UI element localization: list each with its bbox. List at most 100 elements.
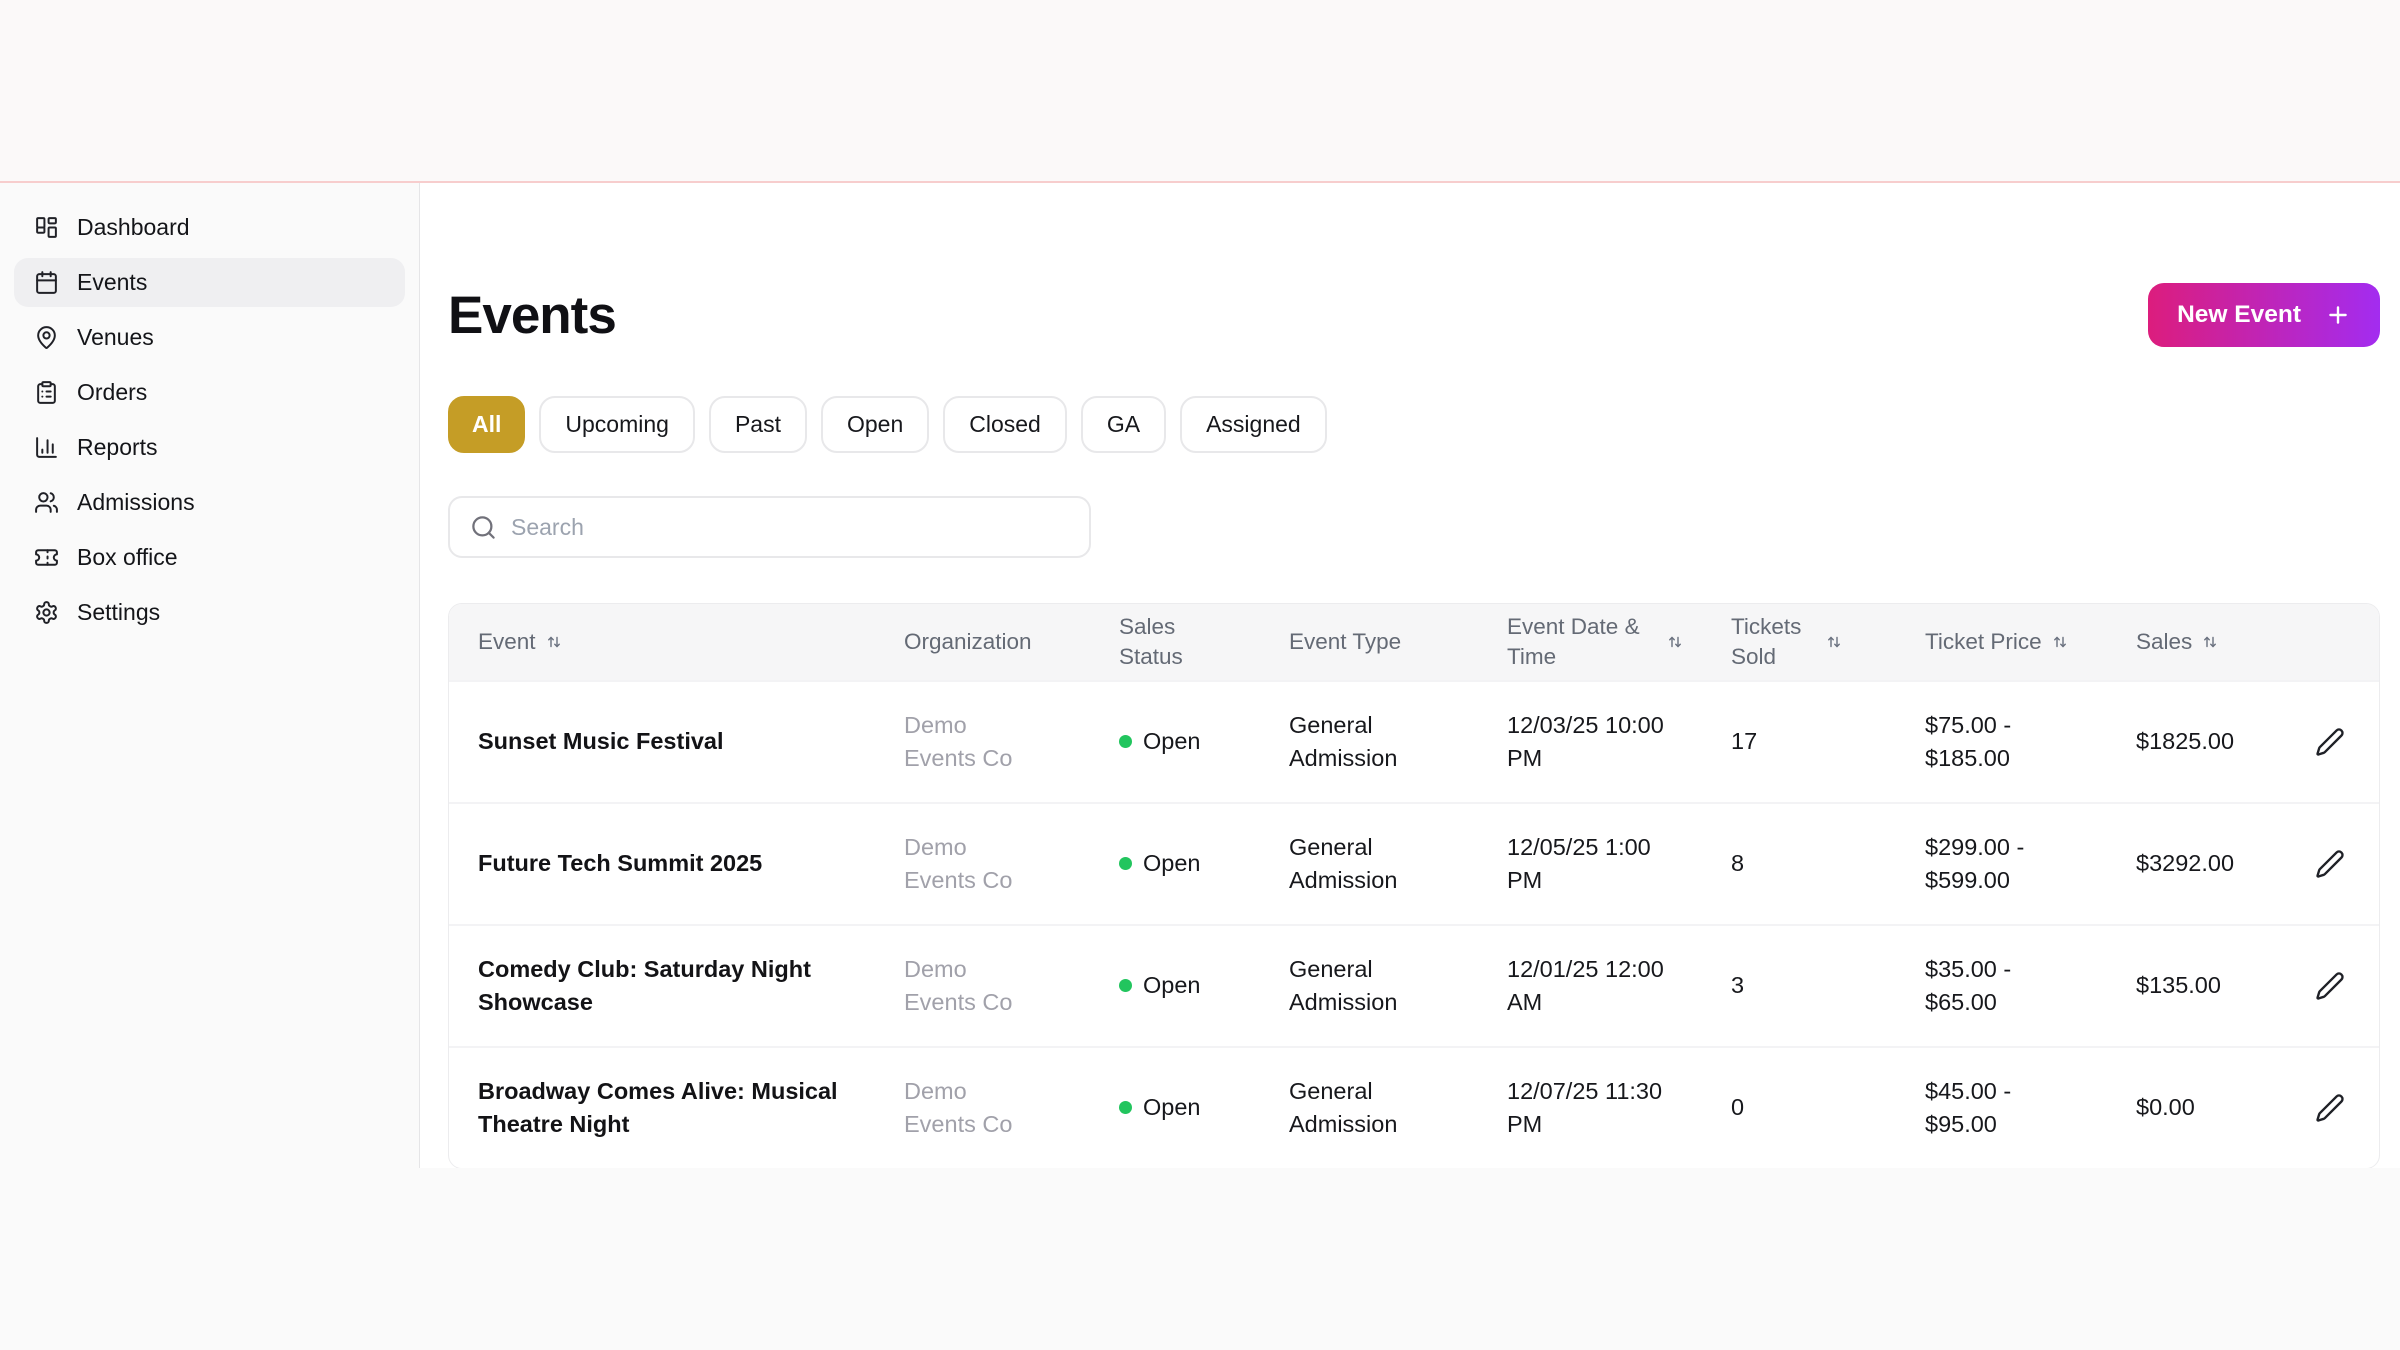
search-box[interactable] bbox=[448, 496, 1091, 558]
edit-event-button[interactable] bbox=[2302, 1080, 2358, 1136]
sidebar: Dashboard Events Venues Orders Reports A… bbox=[0, 183, 420, 1168]
status-label: Open bbox=[1143, 728, 1201, 755]
table-row[interactable]: Broadway Comes Alive: Musical Theatre Ni… bbox=[449, 1046, 2379, 1168]
clipboard-list-icon bbox=[37, 381, 56, 404]
ticket-price: $35.00 - $65.00 bbox=[1915, 924, 2126, 1046]
table-row[interactable]: Comedy Club: Saturday Night Showcase Dem… bbox=[449, 924, 2379, 1046]
tickets-sold: 17 bbox=[1721, 680, 1915, 802]
sidebar-item-venues[interactable]: Venues bbox=[14, 313, 405, 362]
sidebar-item-orders[interactable]: Orders bbox=[14, 368, 405, 417]
edit-event-button[interactable] bbox=[2302, 714, 2358, 770]
event-datetime: 12/05/25 1:00 PM bbox=[1497, 802, 1721, 924]
column-header-event-date[interactable]: Event Date & Time bbox=[1497, 604, 1721, 680]
column-header-tickets-sold[interactable]: Tickets Sold bbox=[1721, 604, 1915, 680]
filter-pill-all[interactable]: All bbox=[448, 396, 526, 453]
sidebar-item-admissions[interactable]: Admissions bbox=[14, 478, 405, 527]
sidebar-item-box-office[interactable]: Box office bbox=[14, 533, 405, 582]
event-type: General Admission bbox=[1279, 1046, 1497, 1168]
sort-icon bbox=[2053, 636, 2066, 648]
organization: Demo Events Co bbox=[894, 680, 1109, 802]
sidebar-item-label: Orders bbox=[77, 379, 148, 405]
filter-bar: All Upcoming Past Open Closed GA Assigne… bbox=[448, 396, 2380, 453]
sales-status: Open bbox=[1109, 802, 1279, 924]
new-event-button[interactable]: New Event bbox=[2148, 283, 2380, 347]
filter-pill-upcoming[interactable]: Upcoming bbox=[539, 396, 695, 453]
edit-event-button[interactable] bbox=[2302, 836, 2358, 892]
column-header-event[interactable]: Event bbox=[449, 604, 894, 680]
users-icon bbox=[35, 492, 58, 513]
pencil-icon bbox=[2316, 850, 2344, 878]
app-frame: Dashboard Events Venues Orders Reports A… bbox=[0, 183, 2400, 1168]
sort-icon bbox=[2204, 636, 2217, 648]
actions-cell bbox=[2280, 1046, 2379, 1168]
search-input[interactable] bbox=[511, 513, 1069, 541]
actions-cell bbox=[2280, 924, 2379, 1046]
top-band bbox=[0, 0, 2400, 183]
organization: Demo Events Co bbox=[894, 1046, 1109, 1168]
event-type: General Admission bbox=[1279, 680, 1497, 802]
sales-status: Open bbox=[1109, 680, 1279, 802]
filter-pill-assigned[interactable]: Assigned bbox=[1180, 396, 1327, 453]
event-type: General Admission bbox=[1279, 802, 1497, 924]
organization: Demo Events Co bbox=[894, 802, 1109, 924]
status-dot-icon bbox=[1119, 857, 1132, 871]
sidebar-item-dashboard[interactable]: Dashboard bbox=[14, 203, 405, 252]
event-datetime: 12/01/25 12:00 AM bbox=[1497, 924, 1721, 1046]
event-datetime: 12/07/25 11:30 PM bbox=[1497, 1046, 1721, 1168]
plus-icon bbox=[2329, 306, 2347, 324]
table-row[interactable]: Sunset Music Festival Demo Events Co Ope… bbox=[449, 680, 2379, 802]
ticket-price: $75.00 - $185.00 bbox=[1915, 680, 2126, 802]
ticket-price: $45.00 - $95.00 bbox=[1915, 1046, 2126, 1168]
filter-pill-closed[interactable]: Closed bbox=[943, 396, 1067, 453]
bar-chart-icon bbox=[36, 437, 57, 458]
calendar-icon bbox=[36, 271, 57, 294]
sidebar-item-events[interactable]: Events bbox=[14, 258, 405, 307]
sidebar-item-label: Venues bbox=[77, 324, 154, 350]
sidebar-item-label: Reports bbox=[77, 434, 158, 460]
status-dot-icon bbox=[1119, 979, 1132, 993]
status-dot-icon bbox=[1119, 735, 1132, 749]
column-header-actions bbox=[2280, 604, 2379, 680]
table-row[interactable]: Future Tech Summit 2025 Demo Events Co O… bbox=[449, 802, 2379, 924]
status-label: Open bbox=[1143, 972, 1201, 999]
column-header-sales[interactable]: Sales bbox=[2126, 604, 2280, 680]
sales-total: $135.00 bbox=[2126, 924, 2280, 1046]
status-label: Open bbox=[1143, 1094, 1201, 1121]
new-event-label: New Event bbox=[2177, 301, 2301, 328]
event-name: Future Tech Summit 2025 bbox=[449, 802, 894, 924]
event-name: Sunset Music Festival bbox=[449, 680, 894, 802]
status-label: Open bbox=[1143, 850, 1201, 877]
tickets-sold: 8 bbox=[1721, 802, 1915, 924]
page-title: Events bbox=[448, 285, 617, 345]
sales-total: $1825.00 bbox=[2126, 680, 2280, 802]
sidebar-item-label: Settings bbox=[77, 599, 161, 625]
sidebar-item-label: Box office bbox=[77, 544, 178, 570]
event-name: Comedy Club: Saturday Night Showcase bbox=[449, 924, 894, 1046]
tickets-sold: 3 bbox=[1721, 924, 1915, 1046]
sort-icon bbox=[547, 636, 560, 648]
organization: Demo Events Co bbox=[894, 924, 1109, 1046]
sales-status: Open bbox=[1109, 1046, 1279, 1168]
ticket-icon bbox=[35, 549, 58, 566]
table-header-row: Event Organization Sales Status Event Ty… bbox=[449, 604, 2379, 680]
column-header-ticket-price[interactable]: Ticket Price bbox=[1915, 604, 2126, 680]
filter-pill-ga[interactable]: GA bbox=[1080, 396, 1167, 453]
events-table: Event Organization Sales Status Event Ty… bbox=[448, 603, 2380, 1168]
sales-total: $0.00 bbox=[2126, 1046, 2280, 1168]
status-dot-icon bbox=[1119, 1101, 1132, 1115]
pencil-icon bbox=[2316, 972, 2344, 1000]
edit-event-button[interactable] bbox=[2302, 958, 2358, 1014]
sidebar-item-label: Events bbox=[77, 269, 148, 295]
sidebar-item-reports[interactable]: Reports bbox=[14, 423, 405, 472]
sales-total: $3292.00 bbox=[2126, 802, 2280, 924]
event-name: Broadway Comes Alive: Musical Theatre Ni… bbox=[449, 1046, 894, 1168]
filter-pill-past[interactable]: Past bbox=[708, 396, 807, 453]
pencil-icon bbox=[2316, 1094, 2344, 1122]
sort-icon bbox=[1669, 636, 1681, 648]
column-header-sales-status: Sales Status bbox=[1109, 604, 1279, 680]
sidebar-item-settings[interactable]: Settings bbox=[14, 588, 405, 637]
pencil-icon bbox=[2316, 728, 2344, 756]
actions-cell bbox=[2280, 680, 2379, 802]
filter-pill-open[interactable]: Open bbox=[820, 396, 930, 453]
tickets-sold: 0 bbox=[1721, 1046, 1915, 1168]
